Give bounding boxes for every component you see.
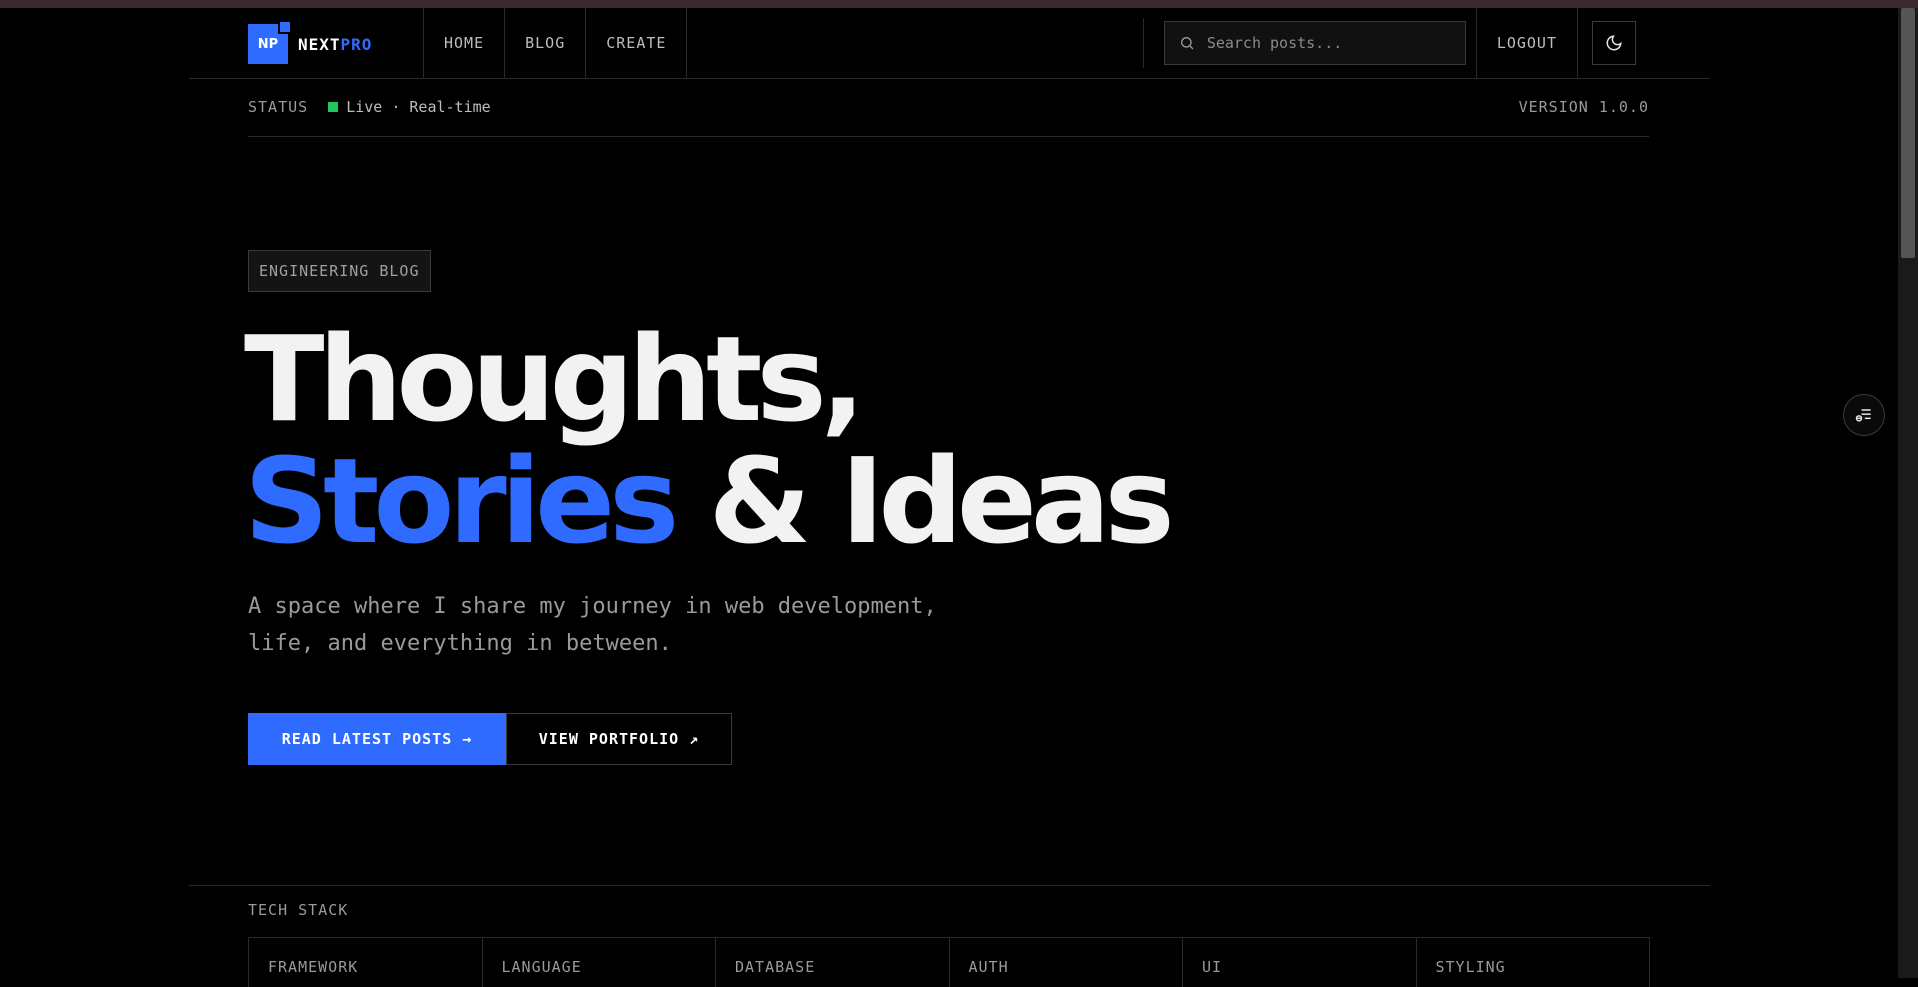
tech-category-database: DATABASE — [716, 938, 950, 987]
status-bar: STATUS Live · Real-time VERSION 1.0.0 — [248, 78, 1649, 137]
tech-category-language: LANGUAGE — [483, 938, 716, 987]
brand-logo[interactable]: NP NEXTPRO — [248, 20, 372, 64]
brand-name-part1: NEXT — [298, 34, 341, 54]
hero-title-line1: Thoughts, — [244, 310, 866, 448]
search-placeholder: Search posts... — [1206, 34, 1343, 52]
category-badge: ENGINEERING BLOG — [248, 250, 431, 292]
tech-category-auth: AUTH — [950, 938, 1183, 987]
theme-toggle-button[interactable] — [1592, 21, 1636, 65]
hero-title-rest: & Ideas — [673, 432, 1174, 570]
tech-stack-grid: FRAMEWORK LANGUAGE DATABASE AUTH UI STYL… — [248, 937, 1650, 987]
toc-icon — [1855, 409, 1871, 422]
hero-title-highlight: Stories — [244, 432, 679, 570]
search-icon — [1180, 37, 1194, 50]
scrollbar[interactable] — [1898, 8, 1918, 978]
hero-buttons: READ LATEST POSTS → VIEW PORTFOLIO ↗ — [248, 713, 732, 765]
status-label: STATUS — [248, 98, 309, 116]
nav-create[interactable]: CREATE — [586, 8, 688, 78]
read-latest-posts-button[interactable]: READ LATEST POSTS → — [248, 713, 506, 765]
status-group: STATUS Live · Real-time — [248, 98, 491, 116]
version-label: VERSION 1.0.0 — [1518, 98, 1649, 116]
logo-mark: NP — [248, 20, 292, 64]
scrollbar-thumb[interactable] — [1901, 8, 1915, 258]
status-value: Live · Real-time — [346, 98, 491, 116]
view-portfolio-button[interactable]: VIEW PORTFOLIO ↗ — [506, 713, 732, 765]
moon-icon — [1606, 35, 1622, 51]
browser-top-strip — [0, 0, 1918, 8]
brand-name-part2: PRO — [340, 34, 373, 54]
tech-stack-divider — [189, 885, 1710, 886]
status-live-indicator — [328, 102, 339, 112]
tech-category-styling: STYLING — [1417, 938, 1650, 987]
nav-right: Search posts... LOGOUT — [1142, 8, 1710, 78]
brand-name: NEXTPRO — [298, 35, 372, 54]
floating-toc-button[interactable] — [1843, 394, 1885, 436]
nav-links: HOME BLOG CREATE — [423, 8, 688, 78]
tech-category-ui: UI — [1183, 938, 1417, 987]
nav-divider — [1142, 18, 1144, 68]
nav-home[interactable]: HOME — [424, 8, 506, 78]
top-navbar: NP NEXTPRO HOME BLOG CREATE Search posts… — [189, 8, 1710, 79]
hero-title: Thoughts, Stories & Ideas — [244, 318, 1175, 562]
tech-stack-label: TECH STACK — [248, 901, 349, 919]
logout-button[interactable]: LOGOUT — [1475, 8, 1578, 78]
nav-blog[interactable]: BLOG — [505, 8, 587, 78]
tech-category-framework: FRAMEWORK — [249, 938, 483, 987]
search-input[interactable]: Search posts... — [1163, 21, 1466, 65]
hero-subtitle: A space where I share my journey in web … — [248, 594, 937, 656]
page: NP NEXTPRO HOME BLOG CREATE Search posts… — [0, 8, 1898, 987]
